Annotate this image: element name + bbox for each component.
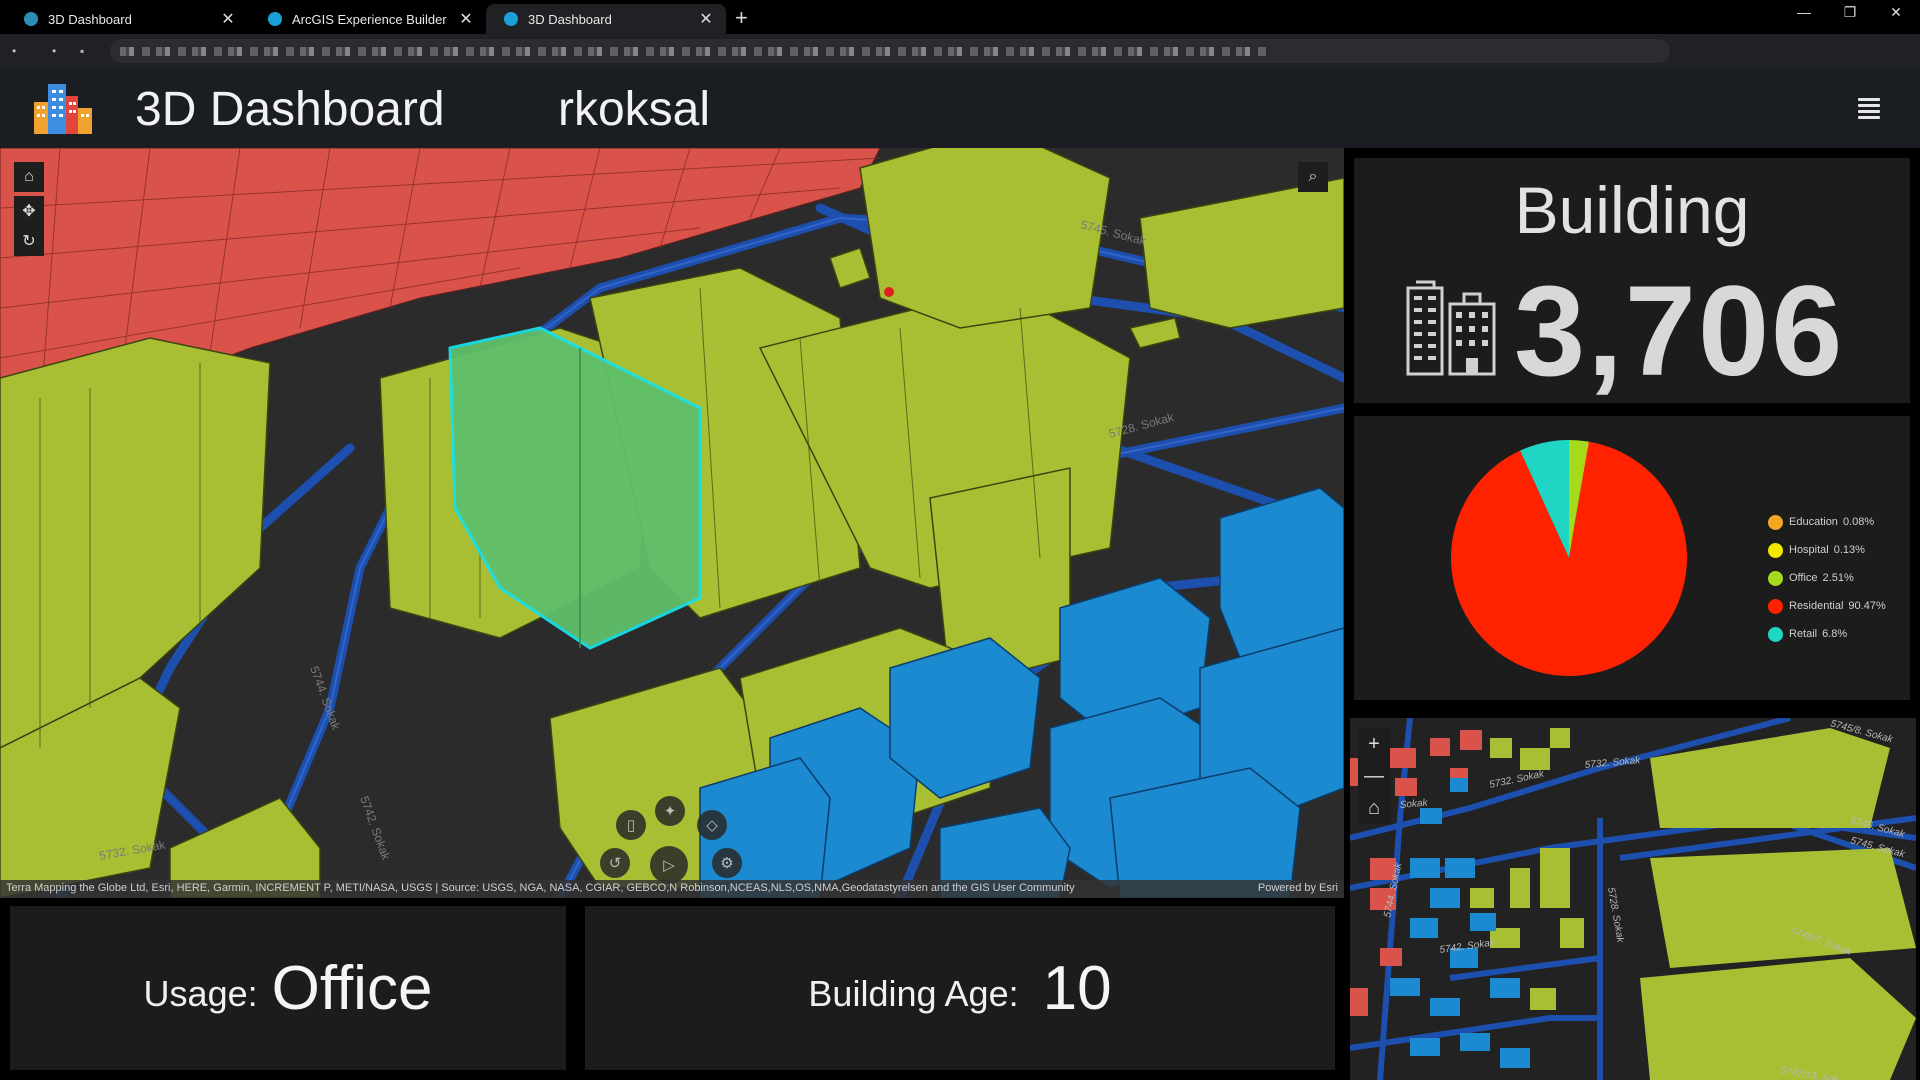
new-tab-button[interactable]: + <box>735 5 748 31</box>
browser-tab-bar: 3D Dashboard ✕ ArcGIS Experience Builder… <box>0 0 1920 34</box>
age-label: Building Age: <box>808 973 1019 1014</box>
map-zoom-controls: + — ⌂ <box>1358 728 1390 824</box>
usage-pie-chart[interactable] <box>1404 416 1704 700</box>
usage-value: Office <box>271 953 433 1023</box>
3d-city-scene[interactable]: 5728. Sokak 5742. Sokak 5744. Sokak 5732… <box>0 148 1344 898</box>
mouse-icon[interactable]: ▯ <box>616 810 646 840</box>
building-count: 3,706 <box>1514 260 1845 403</box>
blurred-url <box>120 47 1270 56</box>
legend-percent: 2.51% <box>1822 572 1854 584</box>
building-count-card: Building 3,706 <box>1354 158 1910 403</box>
powered-by-esri[interactable]: Powered by Esri <box>1258 882 1338 894</box>
legend-item-hospital[interactable]: Hospital 0.13% <box>1768 536 1886 564</box>
legend-item-education[interactable]: Education 0.08% <box>1768 508 1886 536</box>
age-value: 10 <box>1042 953 1112 1023</box>
browser-tab-1[interactable]: 3D Dashboard ✕ <box>6 4 248 34</box>
legend-percent: 0.08% <box>1842 516 1875 528</box>
legend-percent: 6.8% <box>1822 628 1848 640</box>
page-title: 3D Dashboard <box>135 83 445 136</box>
legend-item-office[interactable]: Office 2.51% <box>1768 564 1886 592</box>
legend-label: Residential <box>1789 600 1844 612</box>
usage-card: Usage: Office <box>10 906 566 1070</box>
forward-icon[interactable]: • <box>52 44 66 58</box>
close-tab-icon[interactable]: ✕ <box>220 9 236 29</box>
close-window-button[interactable]: ✕ <box>1886 4 1906 21</box>
info-panel: Usage: Office Building Age: 10 <box>0 898 1344 1080</box>
zoom-out-button[interactable]: — <box>1358 760 1390 792</box>
search-icon[interactable]: ⌕ <box>1298 162 1328 192</box>
arcgis-favicon-icon <box>504 12 518 26</box>
settings-icon[interactable]: ⚙ <box>712 848 742 878</box>
legend-swatch <box>1768 570 1783 586</box>
usage-pie-card: Education 0.08% Hospital 0.13% Office 2.51% Re… <box>1354 416 1910 700</box>
arcgis-favicon-icon <box>268 12 282 26</box>
tab-title: 3D Dashboard <box>48 11 132 27</box>
usage-label: Usage: <box>143 973 258 1014</box>
back-icon[interactable]: • <box>12 44 26 58</box>
pie-legend: Education 0.08% Hospital 0.13% Office 2.51% Re… <box>1768 508 1886 648</box>
home-icon[interactable]: ⌂ <box>14 162 44 192</box>
legend-swatch <box>1768 514 1783 530</box>
pan-icon[interactable]: ✥ <box>14 196 44 226</box>
hamburger-menu-icon[interactable] <box>1858 98 1880 120</box>
legend-swatch <box>1768 598 1783 614</box>
url-input[interactable] <box>110 39 1670 63</box>
zoom-in-button[interactable]: + <box>1358 728 1390 760</box>
legend-item-retail[interactable]: Retail 6.8% <box>1768 620 1886 648</box>
close-tab-icon[interactable]: ✕ <box>458 9 474 29</box>
legend-item-residential[interactable]: Residential 90.47% <box>1768 592 1886 620</box>
legend-percent: 90.47% <box>1848 600 1886 612</box>
legend-swatch <box>1768 542 1783 558</box>
reset-icon[interactable]: ↺ <box>600 848 630 878</box>
office-building-icon <box>1406 280 1496 376</box>
legend-swatch <box>1768 626 1783 642</box>
close-tab-icon[interactable]: ✕ <box>698 9 714 29</box>
legend-percent: 0.13% <box>1833 544 1865 556</box>
address-bar-row: • • ▪ <box>0 34 1920 91</box>
tab-title: ArcGIS Experience Builder <box>292 11 447 27</box>
cursor-marker <box>884 287 894 297</box>
browser-tab-3-active[interactable]: 3D Dashboard ✕ <box>486 4 726 34</box>
user-name: rkoksal <box>558 83 711 136</box>
browser-tab-2[interactable]: ArcGIS Experience Builder ✕ <box>250 4 486 34</box>
eraser-icon[interactable]: ◇ <box>697 810 727 840</box>
legend-label: Hospital <box>1789 544 1829 556</box>
select-icon[interactable]: ✦ <box>655 796 685 826</box>
building-title: Building <box>1514 173 1750 247</box>
city-buildings-icon <box>34 84 92 134</box>
legend-label: Retail <box>1789 628 1818 640</box>
rotate-icon[interactable]: ↻ <box>14 226 44 256</box>
attribution-text: Terra Mapping the Globe Ltd, Esri, HERE,… <box>6 882 1075 894</box>
scene-view[interactable]: 5728. Sokak 5742. Sokak 5744. Sokak 5732… <box>0 148 1344 898</box>
2d-map-view[interactable]: 5745/8. Sokak 5732. Sokak 5732. Sokak 57… <box>1350 718 1916 1080</box>
map-attribution: Terra Mapping the Globe Ltd, Esri, HERE,… <box>0 880 1344 898</box>
restore-button[interactable]: ❐ <box>1840 4 1860 21</box>
tab-title: 3D Dashboard <box>528 11 612 27</box>
play-icon[interactable]: ▷ <box>650 846 688 884</box>
minimize-button[interactable]: — <box>1794 4 1814 20</box>
right-column: Building 3,706 Education 0.08% Hospital … <box>1344 148 1920 1080</box>
map-home-button[interactable]: ⌂ <box>1358 792 1390 824</box>
arcgis-favicon-icon <box>24 12 38 26</box>
legend-label: Education <box>1789 516 1838 528</box>
legend-label: Office <box>1789 572 1818 584</box>
building-age-card: Building Age: 10 <box>585 906 1335 1070</box>
app-header: 3D Dashboard rkoksal <box>0 68 1920 148</box>
2d-street-map[interactable]: 5745/8. Sokak 5732. Sokak 5732. Sokak 57… <box>1350 718 1916 1080</box>
reload-icon[interactable]: ▪ <box>80 44 94 58</box>
